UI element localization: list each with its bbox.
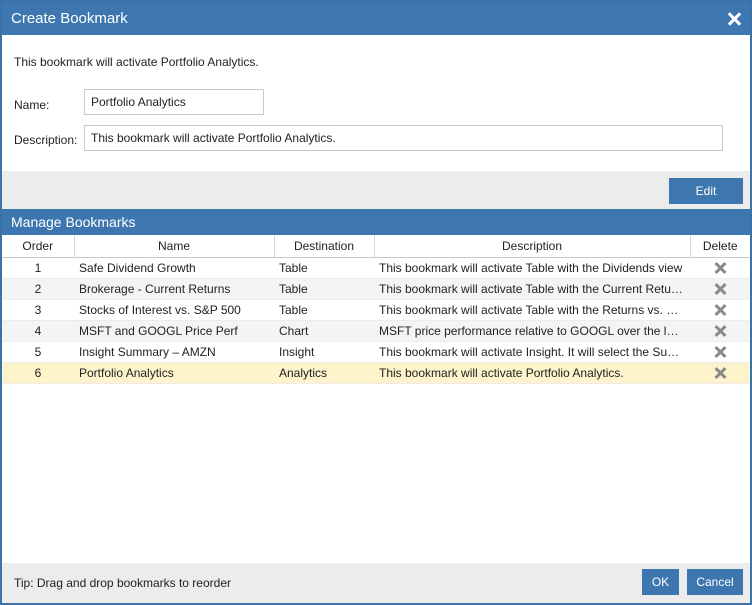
name-label: Name:: [14, 98, 50, 112]
column-header-destination[interactable]: Destination: [274, 235, 375, 258]
bookmarks-table: Order Name Destination Description Delet…: [2, 235, 750, 384]
dialog-footer: Tip: Drag and drop bookmarks to reorder …: [2, 563, 750, 603]
table-row[interactable]: 5 Insight Summary – AMZN Insight This bo…: [2, 341, 750, 363]
delete-icon[interactable]: [714, 367, 726, 379]
row-name: Stocks of Interest vs. S&P 500: [74, 299, 274, 321]
row-order: 1: [2, 257, 74, 279]
row-order: 3: [2, 299, 74, 321]
table-header-row: Order Name Destination Description Delet…: [2, 235, 750, 258]
row-delete-cell: [690, 362, 750, 384]
row-delete-cell: [690, 320, 750, 342]
edit-button[interactable]: Edit: [669, 178, 743, 204]
edit-bar: Edit: [2, 171, 750, 209]
intro-text: This bookmark will activate Portfolio An…: [14, 55, 259, 69]
column-header-order[interactable]: Order: [2, 235, 75, 258]
table-row[interactable]: 2 Brokerage - Current Returns Table This…: [2, 278, 750, 300]
table-row[interactable]: 3 Stocks of Interest vs. S&P 500 Table T…: [2, 299, 750, 321]
row-description: MSFT price performance relative to GOOGL…: [374, 320, 690, 342]
row-name: Brokerage - Current Returns: [74, 278, 274, 300]
column-header-name[interactable]: Name: [74, 235, 275, 258]
description-input[interactable]: [84, 125, 723, 151]
row-order: 4: [2, 320, 74, 342]
table-row-selected[interactable]: 6 Portfolio Analytics Analytics This boo…: [2, 362, 750, 384]
table-row[interactable]: 4 MSFT and GOOGL Price Perf Chart MSFT p…: [2, 320, 750, 342]
delete-icon[interactable]: [714, 325, 726, 337]
row-destination: Chart: [274, 320, 374, 342]
column-header-delete: Delete: [690, 235, 750, 258]
close-icon[interactable]: [726, 11, 742, 27]
row-order: 5: [2, 341, 74, 363]
row-order: 6: [2, 362, 74, 384]
column-header-description[interactable]: Description: [374, 235, 691, 258]
row-destination: Table: [274, 257, 374, 279]
row-description: This bookmark will activate Portfolio An…: [374, 362, 690, 384]
create-bookmark-dialog: Create Bookmark This bookmark will activ…: [0, 0, 752, 605]
row-description: This bookmark will activate Table with t…: [374, 278, 690, 300]
delete-icon[interactable]: [714, 346, 726, 358]
manage-bookmarks-header: Manage Bookmarks: [2, 209, 750, 235]
delete-icon[interactable]: [714, 283, 726, 295]
row-delete-cell: [690, 299, 750, 321]
row-destination: Table: [274, 278, 374, 300]
row-name: Insight Summary – AMZN: [74, 341, 274, 363]
description-label: Description:: [14, 133, 78, 147]
row-destination: Analytics: [274, 362, 374, 384]
row-delete-cell: [690, 341, 750, 363]
row-destination: Table: [274, 299, 374, 321]
row-name: Safe Dividend Growth: [74, 257, 274, 279]
row-delete-cell: [690, 257, 750, 279]
row-description: This bookmark will activate Table with t…: [374, 299, 690, 321]
row-name: Portfolio Analytics: [74, 362, 274, 384]
dialog-titlebar: Create Bookmark: [2, 2, 750, 35]
ok-button[interactable]: OK: [642, 569, 679, 595]
name-input[interactable]: [84, 89, 264, 115]
tip-text: Tip: Drag and drop bookmarks to reorder: [14, 576, 231, 590]
row-description: This bookmark will activate Table with t…: [374, 257, 690, 279]
delete-icon[interactable]: [714, 262, 726, 274]
row-destination: Insight: [274, 341, 374, 363]
cancel-button[interactable]: Cancel: [687, 569, 743, 595]
row-description: This bookmark will activate Insight. It …: [374, 341, 690, 363]
row-name: MSFT and GOOGL Price Perf: [74, 320, 274, 342]
row-delete-cell: [690, 278, 750, 300]
row-order: 2: [2, 278, 74, 300]
table-row[interactable]: 1 Safe Dividend Growth Table This bookma…: [2, 257, 750, 279]
delete-icon[interactable]: [714, 304, 726, 316]
dialog-title: Create Bookmark: [11, 10, 128, 27]
